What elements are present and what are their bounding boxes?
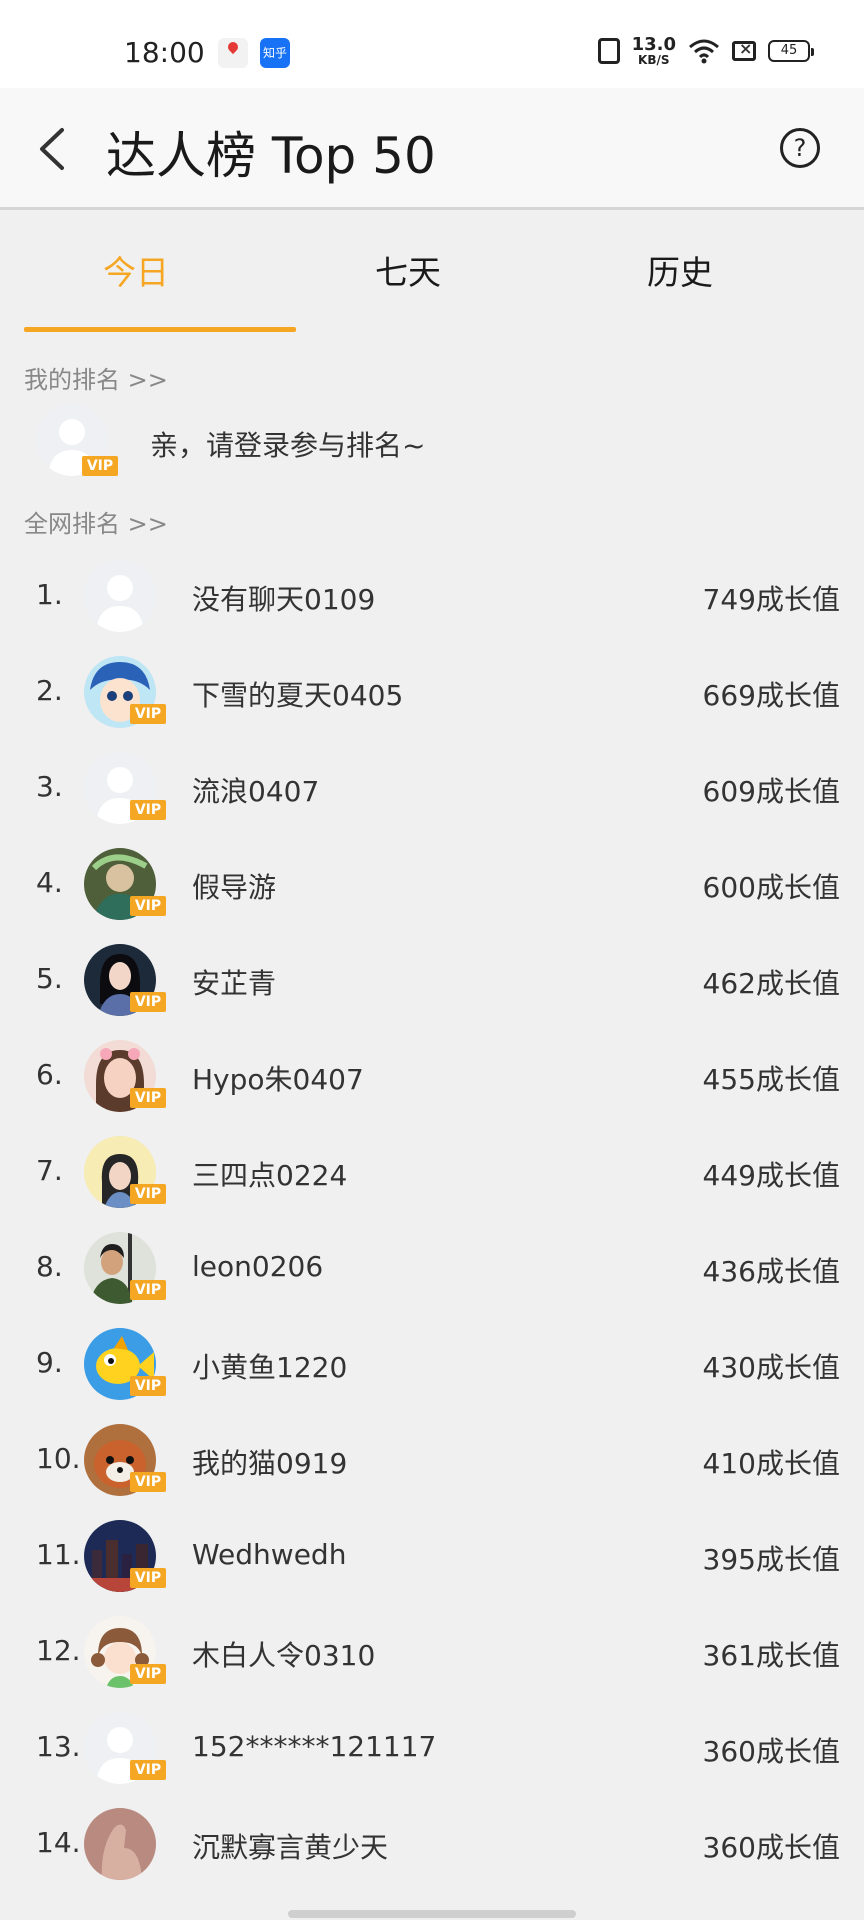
ranking-row[interactable]: 8. VIP leon0206 436成长值 (0, 1220, 864, 1316)
rank-number: 2. (36, 674, 63, 707)
growth-score: 360成长值 (702, 1735, 840, 1768)
ranking-row[interactable]: 11. VIP Wedhwedh 395成长值 (0, 1508, 864, 1604)
growth-score: 410成长值 (702, 1447, 840, 1480)
active-tab-indicator (24, 327, 296, 332)
vip-badge: VIP (130, 1088, 166, 1108)
user-name: 小黄鱼1220 (192, 1351, 348, 1384)
vip-badge: VIP (130, 1184, 166, 1204)
rank-number: 8. (36, 1250, 63, 1283)
rank-number: 14. (36, 1826, 81, 1859)
rank-number: 13. (36, 1730, 81, 1763)
growth-score: 430成长值 (702, 1351, 840, 1384)
ranking-row[interactable]: 4. VIP 假导游 600成长值 (0, 836, 864, 932)
ranking-row[interactable]: 5. VIP 安芷青 462成长值 (0, 932, 864, 1028)
ranking-row[interactable]: 14. 沉默寡言黄少天 360成长值 (0, 1796, 864, 1892)
tab-seven-days[interactable]: 七天 (272, 213, 544, 333)
status-bar: 18:00 知乎 13.0 KB/S 45 (0, 0, 864, 88)
vip-badge: VIP (130, 1568, 166, 1588)
my-rank-label[interactable]: 我的排名 >> (24, 360, 168, 395)
rank-number: 12. (36, 1634, 81, 1667)
status-indicators: 13.0 KB/S 45 (597, 34, 814, 67)
ranking-row[interactable]: 2. VIP 下雪的夏天0405 669成长值 (0, 644, 864, 740)
user-name: 安芷青 (192, 967, 277, 1000)
rank-number: 1. (36, 578, 63, 611)
user-avatar[interactable] (84, 1808, 156, 1880)
battery-icon: 45 (768, 40, 814, 62)
user-name: 沉默寡言黄少天 (192, 1831, 389, 1864)
user-name: 假导游 (192, 871, 277, 904)
global-rank-label[interactable]: 全网排名 >> (24, 504, 168, 539)
network-speed-value: 13.0 (631, 34, 676, 55)
page-title: 达人榜 Top 50 (106, 127, 436, 185)
status-time: 18:00 (124, 36, 205, 69)
vip-badge: VIP (130, 896, 166, 916)
rank-number: 7. (36, 1154, 63, 1187)
period-tabs: 今日 七天 历史 (0, 213, 864, 333)
rank-number: 6. (36, 1058, 63, 1091)
rank-number: 9. (36, 1346, 63, 1379)
rank-number: 11. (36, 1538, 81, 1571)
user-name: 流浪0407 (192, 775, 320, 808)
login-prompt[interactable]: 亲，请登录参与排名~ (150, 424, 425, 464)
user-name: Hypo朱0407 (192, 1063, 364, 1096)
vip-badge: VIP (130, 800, 166, 820)
growth-score: 360成长值 (702, 1831, 840, 1864)
growth-score: 436成长值 (702, 1255, 840, 1288)
rank-number: 3. (36, 770, 63, 803)
chevron-left-icon[interactable] (32, 124, 76, 174)
vip-badge: VIP (130, 704, 166, 724)
vip-badge: VIP (130, 1472, 166, 1492)
ranking-row[interactable]: 10. VIP 我的猫0919 410成长值 (0, 1412, 864, 1508)
app-header: 达人榜 Top 50 ? (0, 88, 864, 210)
user-name: 没有聊天0109 (192, 583, 376, 616)
home-indicator (288, 1910, 576, 1918)
user-name: 三四点0224 (192, 1159, 348, 1192)
vip-badge: VIP (82, 456, 118, 476)
rank-number: 5. (36, 962, 63, 995)
ranking-row[interactable]: 9. VIP 小黄鱼1220 430成长值 (0, 1316, 864, 1412)
network-speed-unit: KB/S (638, 53, 670, 67)
maps-icon (218, 38, 248, 68)
growth-score: 669成长值 (702, 679, 840, 712)
ranking-row[interactable]: 3. VIP 流浪0407 609成长值 (0, 740, 864, 836)
growth-score: 361成长值 (702, 1639, 840, 1672)
user-name: Wedhwedh (192, 1538, 347, 1571)
no-sim-icon (732, 39, 756, 61)
growth-score: 455成长值 (702, 1063, 840, 1096)
wifi-icon (688, 38, 720, 64)
user-name: 152******121117 (192, 1730, 437, 1763)
vip-badge: VIP (130, 1664, 166, 1684)
tab-history[interactable]: 历史 (544, 213, 816, 333)
user-name: leon0206 (192, 1250, 324, 1283)
vip-badge: VIP (130, 1760, 166, 1780)
growth-score: 749成长值 (702, 583, 840, 616)
ranking-row[interactable]: 12. VIP 木白人令0310 361成长值 (0, 1604, 864, 1700)
vip-badge: VIP (130, 1376, 166, 1396)
zhihu-icon: 知乎 (260, 38, 290, 68)
question-circle-icon[interactable]: ? (780, 128, 820, 168)
vip-badge: VIP (130, 1280, 166, 1300)
rank-number: 4. (36, 866, 63, 899)
growth-score: 462成长值 (702, 967, 840, 1000)
ranking-row[interactable]: 7. VIP 三四点0224 449成长值 (0, 1124, 864, 1220)
vibrate-icon (597, 38, 620, 64)
user-avatar[interactable] (84, 560, 156, 632)
user-name: 木白人令0310 (192, 1639, 376, 1672)
user-name: 下雪的夏天0405 (192, 679, 404, 712)
growth-score: 600成长值 (702, 871, 840, 904)
ranking-row[interactable]: 1. 没有聊天0109 749成长值 (0, 548, 864, 644)
network-speed: 13.0 KB/S (631, 34, 676, 67)
rank-number: 10. (36, 1442, 81, 1475)
growth-score: 395成长值 (702, 1543, 840, 1576)
tab-today[interactable]: 今日 (0, 213, 272, 333)
growth-score: 449成长值 (702, 1159, 840, 1192)
growth-score: 609成长值 (702, 775, 840, 808)
ranking-row[interactable]: 6. VIP Hypo朱0407 455成长值 (0, 1028, 864, 1124)
vip-badge: VIP (130, 992, 166, 1012)
ranking-row[interactable]: 13. VIP 152******121117 360成长值 (0, 1700, 864, 1796)
user-name: 我的猫0919 (192, 1447, 348, 1480)
